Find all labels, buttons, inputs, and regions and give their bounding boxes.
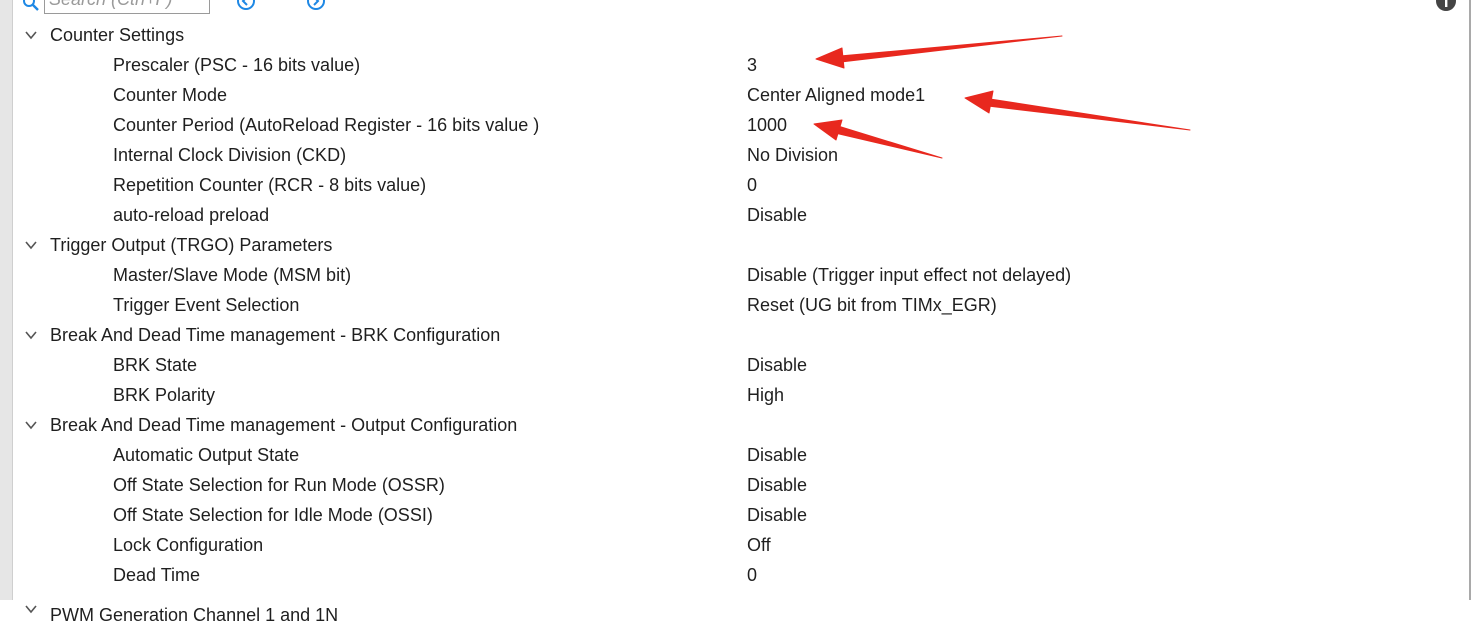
param-row-automatic-output-state[interactable]: Automatic Output State Disable [0,440,1460,470]
info-icon[interactable] [1435,0,1457,12]
param-value[interactable]: Off [747,530,771,560]
param-label: Counter Mode [113,85,228,105]
group-title: Trigger Output (TRGO) Parameters [50,235,333,255]
param-label: Dead Time [113,565,201,585]
param-value[interactable]: 0 [747,560,757,590]
group-title: PWM Generation Channel 1 and 1N [50,605,339,625]
param-label: auto-reload preload [113,205,270,225]
param-row-ossi[interactable]: Off State Selection for Idle Mode (OSSI)… [0,500,1460,530]
group-title: Counter Settings [50,25,185,45]
param-value[interactable]: Reset (UG bit from TIMx_EGR) [747,290,997,320]
param-label: Trigger Event Selection [113,295,300,315]
param-row-trigger-event[interactable]: Trigger Event Selection Reset (UG bit fr… [0,290,1460,320]
param-row-repetition-counter[interactable]: Repetition Counter (RCR - 8 bits value) … [0,170,1460,200]
param-value[interactable]: Disable [747,350,807,380]
chevron-down-icon[interactable] [24,419,38,431]
param-label: Lock Configuration [113,535,264,555]
param-label: Off State Selection for Run Mode (OSSR) [113,475,445,495]
search-input[interactable]: Search (Ctrl+F) [44,0,210,14]
param-row-master-slave-mode[interactable]: Master/Slave Mode (MSM bit) Disable (Tri… [0,260,1460,290]
param-label: Automatic Output State [113,445,300,465]
chevron-down-icon[interactable] [24,603,38,615]
collapse-all-icon[interactable] [236,0,256,11]
param-row-ossr[interactable]: Off State Selection for Run Mode (OSSR) … [0,470,1460,500]
group-title: Break And Dead Time management - Output … [50,415,518,435]
toolbar: Search (Ctrl+F) [0,0,1471,18]
param-row-counter-mode[interactable]: Counter Mode Center Aligned mode1 [0,80,1460,110]
param-label: Internal Clock Division (CKD) [113,145,347,165]
param-row-auto-reload-preload[interactable]: auto-reload preload Disable [0,200,1460,230]
param-value[interactable]: Disable [747,470,807,500]
search-icon [23,0,39,11]
chevron-down-icon[interactable] [24,239,38,251]
param-label: BRK Polarity [113,385,216,405]
param-value[interactable]: 3 [747,50,757,80]
group-brk-configuration[interactable]: Break And Dead Time management - BRK Con… [0,320,1460,350]
param-row-brk-polarity[interactable]: BRK Polarity High [0,380,1460,410]
param-row-brk-state[interactable]: BRK State Disable [0,350,1460,380]
group-pwm-generation-channel[interactable]: PWM Generation Channel 1 and 1N [0,590,1460,625]
group-output-configuration[interactable]: Break And Dead Time management - Output … [0,410,1460,440]
param-row-clock-division[interactable]: Internal Clock Division (CKD) No Divisio… [0,140,1460,170]
param-value[interactable]: Disable [747,440,807,470]
expand-all-icon[interactable] [306,0,326,11]
param-value[interactable]: No Division [747,140,838,170]
chevron-down-icon[interactable] [24,329,38,341]
param-label: Repetition Counter (RCR - 8 bits value) [113,175,427,195]
param-row-dead-time[interactable]: Dead Time 0 [0,560,1460,590]
group-title: Break And Dead Time management - BRK Con… [50,325,501,345]
param-label: Off State Selection for Idle Mode (OSSI) [113,505,433,525]
param-label: Counter Period (AutoReload Register - 16… [113,115,540,135]
parameter-tree: Counter Settings Prescaler (PSC - 16 bit… [0,20,1460,625]
param-value[interactable]: Center Aligned mode1 [747,80,925,110]
param-value[interactable]: 0 [747,170,757,200]
param-value[interactable]: Disable (Trigger input effect not delaye… [747,260,1071,290]
chevron-down-icon[interactable] [24,29,38,41]
param-row-prescaler[interactable]: Prescaler (PSC - 16 bits value) 3 [0,50,1460,80]
param-label: Master/Slave Mode (MSM bit) [113,265,352,285]
group-counter-settings[interactable]: Counter Settings [0,20,1460,50]
group-trigger-output[interactable]: Trigger Output (TRGO) Parameters [0,230,1460,260]
param-label: Prescaler (PSC - 16 bits value) [113,55,361,75]
param-value[interactable]: High [747,380,784,410]
param-value[interactable]: Disable [747,200,807,230]
param-row-lock-configuration[interactable]: Lock Configuration Off [0,530,1460,560]
param-label: BRK State [113,355,198,375]
param-value[interactable]: 1000 [747,110,787,140]
param-value[interactable]: Disable [747,500,807,530]
param-row-counter-period[interactable]: Counter Period (AutoReload Register - 16… [0,110,1460,140]
